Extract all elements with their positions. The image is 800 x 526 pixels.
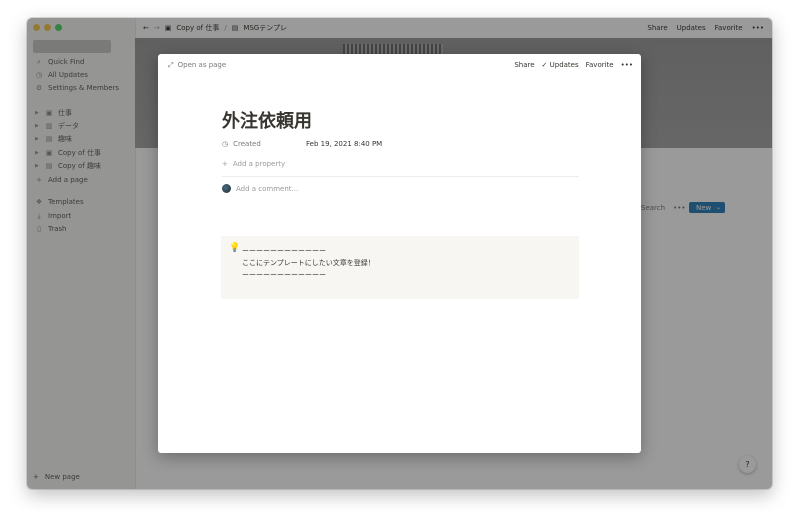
open-as-page-label: Open as page bbox=[177, 61, 227, 69]
modal-header: ⤢ Open as page Share ✓ Updates Favorite … bbox=[158, 54, 641, 76]
share-button[interactable]: Share bbox=[514, 61, 534, 69]
property-created: ◷ Created Feb 19, 2021 8:40 PM bbox=[222, 140, 382, 148]
clock-icon: ◷ bbox=[222, 140, 229, 148]
page-title[interactable]: 外注依頼用 bbox=[222, 107, 312, 133]
callout-block[interactable]: 💡 ーーーーーーーーーーーー ここにテンプレートにしたい文章を登録！ ーーーーー… bbox=[221, 236, 579, 299]
property-value: Feb 19, 2021 8:40 PM bbox=[306, 140, 383, 148]
callout-line: ここにテンプレートにしたい文章を登録！ bbox=[242, 259, 375, 267]
add-property-button[interactable]: + Add a property bbox=[222, 160, 285, 168]
comment-placeholder: Add a comment... bbox=[236, 184, 299, 193]
divider bbox=[222, 176, 579, 177]
open-as-page-button[interactable]: ⤢ Open as page bbox=[168, 61, 226, 70]
expand-icon: ⤢ bbox=[168, 60, 174, 69]
callout-text: ーーーーーーーーーーーー ここにテンプレートにしたい文章を登録！ ーーーーーーー… bbox=[242, 245, 375, 281]
comment-input[interactable]: Add a comment... bbox=[222, 184, 298, 193]
callout-line: ーーーーーーーーーーーー bbox=[242, 247, 326, 255]
app-window: ⌕ Quick Find ◷ All Updates ⚙ Settings & … bbox=[27, 18, 772, 489]
page-modal: ⤢ Open as page Share ✓ Updates Favorite … bbox=[158, 54, 641, 453]
more-icon[interactable]: ••• bbox=[621, 61, 633, 69]
add-property-label: Add a property bbox=[232, 160, 286, 168]
callout-line: ーーーーーーーーーーーー bbox=[242, 271, 326, 279]
lightbulb-icon[interactable]: 💡 bbox=[229, 243, 240, 253]
favorite-button[interactable]: Favorite bbox=[586, 61, 614, 69]
updates-label: Updates bbox=[549, 61, 579, 69]
avatar bbox=[222, 184, 231, 193]
property-name[interactable]: Created bbox=[233, 140, 261, 148]
plus-icon: + bbox=[222, 160, 228, 168]
check-icon: ✓ bbox=[541, 61, 548, 69]
updates-button[interactable]: ✓ Updates bbox=[542, 61, 579, 69]
